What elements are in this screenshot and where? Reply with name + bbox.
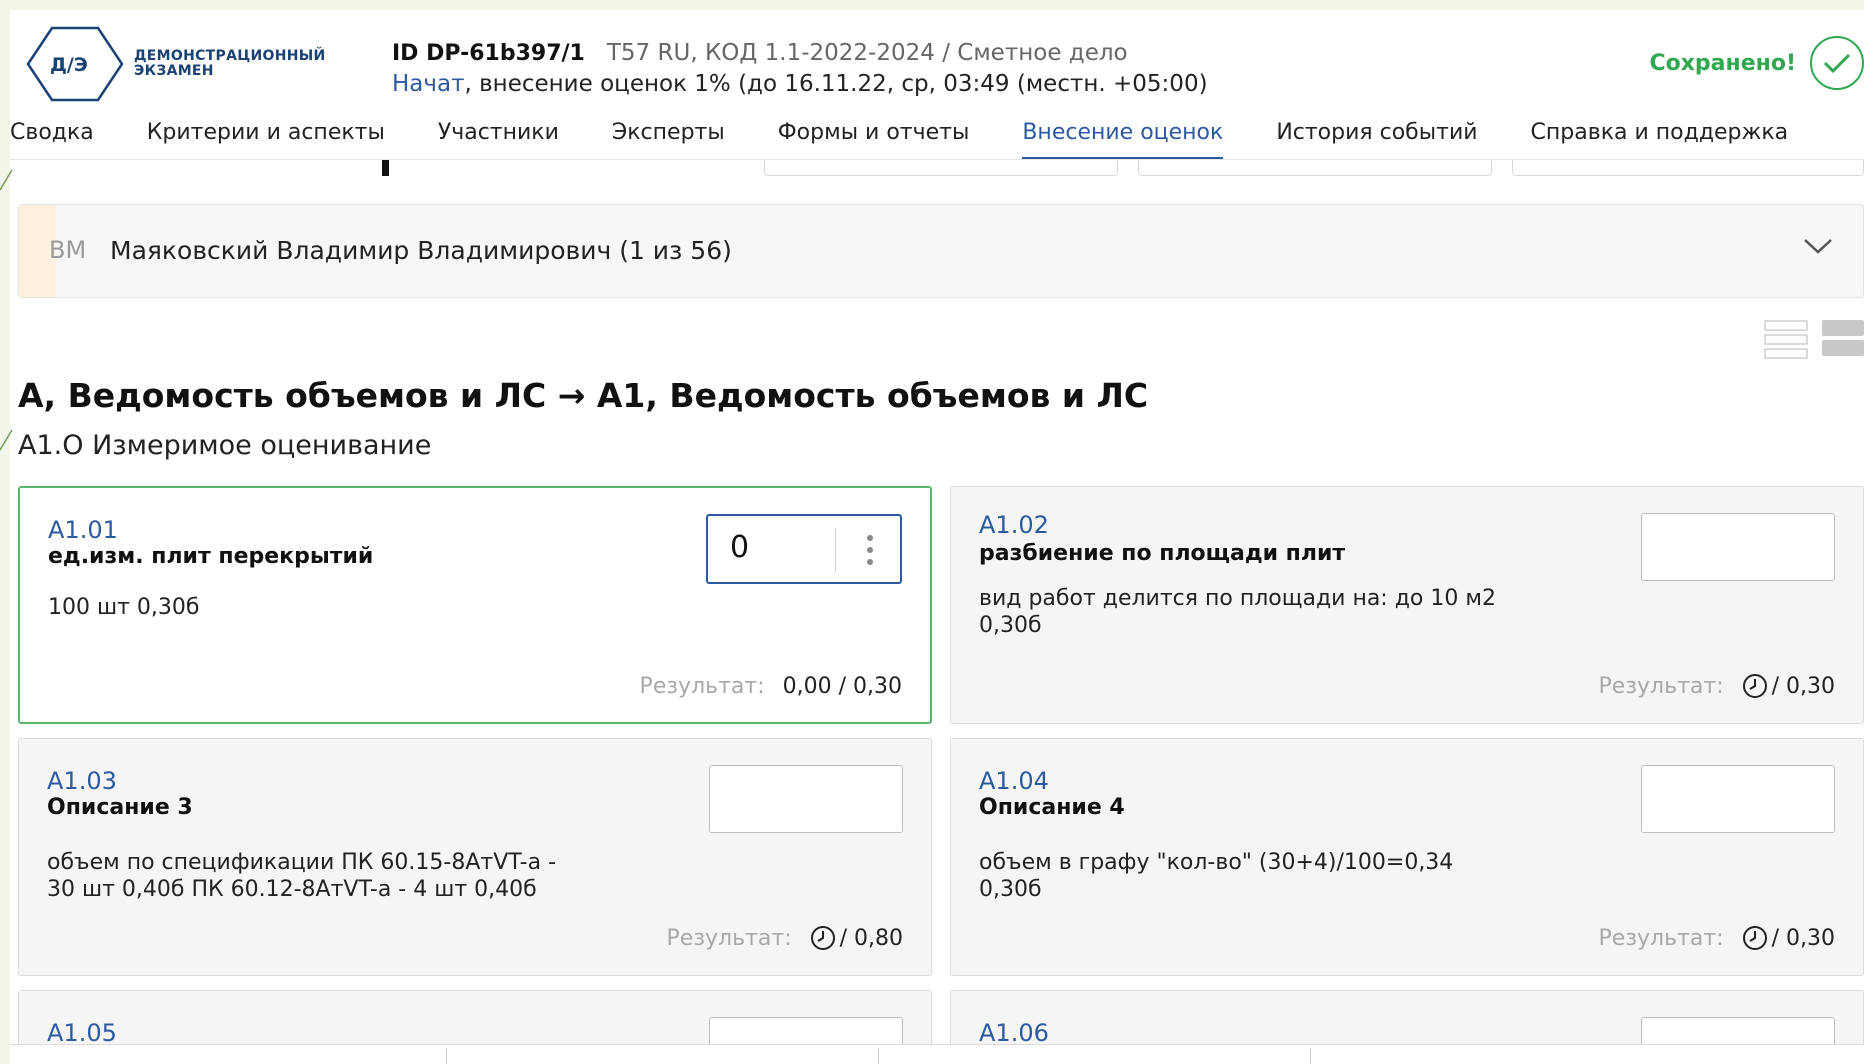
participant-name: Маяковский Владимир Владимирович (1 из 5…	[110, 236, 732, 265]
bottom-bar-divider	[878, 1049, 879, 1064]
criterion-code: А1.02	[979, 511, 1049, 539]
score-input[interactable]	[1641, 513, 1835, 581]
tab-help-support[interactable]: Справка и поддержка	[1531, 110, 1789, 159]
criterion-card: А1.01 ед.изм. плит перекрытий 100 шт 0,3…	[18, 486, 932, 724]
exam-status-link[interactable]: Начат	[392, 71, 464, 97]
criterion-code: А1.04	[979, 767, 1049, 795]
tab-participants[interactable]: Участники	[438, 110, 559, 159]
criterion-title: Описание 4	[979, 795, 1125, 820]
score-input[interactable]	[1641, 765, 1835, 833]
criterion-result: Результат: 0,00 / 0,30	[640, 674, 902, 699]
result-value: / 0,80	[839, 925, 903, 951]
avatar-initials: ВМ	[49, 236, 87, 264]
result-value: 0,00 / 0,30	[782, 674, 902, 699]
criterion-code: А1.03	[47, 767, 117, 795]
criterion-description: объем в графу "кол-во" (30+4)/100=0,34 0…	[979, 850, 1454, 902]
logo-hexagon-icon: Д/Э	[26, 26, 124, 102]
bottom-bar-divider	[446, 1049, 447, 1064]
bottom-bar-divider	[1310, 1049, 1311, 1064]
criterion-result: Результат: / 0,30	[1599, 925, 1835, 951]
logo-text-line2: ЭКЗАМЕН	[134, 63, 214, 79]
exam-info: ID DP-61b397/1 T57 RU, КОД 1.1-2022-2024 …	[392, 38, 1208, 99]
filter-select-peek[interactable]	[1138, 160, 1492, 176]
tab-criteria[interactable]: Критерии и аспекты	[147, 110, 385, 159]
criterion-description: вид работ делится по площади на: до 10 м…	[979, 586, 1496, 638]
tab-experts[interactable]: Эксперты	[612, 110, 725, 159]
result-value: / 0,30	[1771, 673, 1835, 699]
result-label: Результат:	[666, 925, 792, 951]
participant-selector[interactable]: ВМ Маяковский Владимир Владимирович (1 и…	[18, 204, 1864, 298]
scrolled-text-fragment	[382, 160, 389, 176]
clock-icon	[810, 926, 835, 950]
main-nav: Сводка Критерии и аспекты Участники Эксп…	[10, 110, 1864, 160]
score-input[interactable]: 0	[706, 514, 902, 584]
subsection-title: А1.О Измеримое оценивание	[18, 430, 432, 461]
tab-event-history[interactable]: История событий	[1276, 110, 1477, 159]
criterion-result: Результат: / 0,30	[1599, 673, 1835, 699]
check-circle-icon	[1810, 36, 1864, 90]
saved-label: Сохранено!	[1649, 50, 1796, 76]
criterion-description: 100 шт 0,30б	[48, 595, 200, 620]
criterion-result: Результат: / 0,80	[667, 925, 903, 951]
clock-icon	[1742, 674, 1767, 698]
presentation-slide: Д/Э ДЕМОНСТРАЦИОННЫЙ ЭКЗАМЕН ID DP-61b39…	[0, 10, 1864, 1064]
grid-view-icon[interactable]	[1822, 318, 1864, 360]
filter-select-peek[interactable]	[764, 160, 1118, 176]
tab-summary[interactable]: Сводка	[10, 110, 94, 159]
exam-id: ID DP-61b397/1	[392, 41, 585, 66]
app-window: Д/Э ДЕМОНСТРАЦИОННЫЙ ЭКЗАМЕН ID DP-61b39…	[10, 10, 1864, 1064]
criterion-title: ед.изм. плит перекрытий	[48, 544, 374, 569]
criterion-card: А1.02 разбиение по площади плит вид рабо…	[950, 486, 1864, 724]
section-title: А, Ведомость объемов и ЛС → А1, Ведомост…	[18, 376, 1149, 415]
list-view-icon[interactable]	[1764, 318, 1808, 362]
bottom-bar	[10, 1044, 1864, 1064]
logo-mark: Д/Э	[50, 54, 88, 76]
result-label: Результат:	[1598, 673, 1724, 699]
chevron-down-icon[interactable]	[1803, 237, 1833, 255]
criterion-code: А1.05	[47, 1019, 117, 1047]
result-label: Результат:	[639, 674, 765, 699]
score-input[interactable]	[709, 765, 903, 833]
more-vertical-icon[interactable]	[866, 534, 874, 566]
input-divider	[835, 528, 836, 572]
logo-text-line1: ДЕМОНСТРАЦИОННЫЙ	[134, 48, 326, 64]
criterion-code: А1.01	[48, 516, 118, 544]
tab-forms-reports[interactable]: Формы и отчеты	[778, 110, 970, 159]
logo-text: ДЕМОНСТРАЦИОННЫЙ ЭКЗАМЕН	[134, 49, 326, 79]
criterion-title: Описание 3	[47, 795, 193, 820]
tab-score-entry[interactable]: Внесение оценок	[1022, 110, 1223, 159]
filter-select-peek[interactable]	[1512, 160, 1864, 176]
saved-indicator: Сохранено!	[1649, 36, 1864, 90]
criterion-description: объем по спецификации ПК 60.15-8АтVT-а -…	[47, 850, 557, 902]
exam-status-detail: , внесение оценок 1% (до 16.11.22, ср, 0…	[464, 71, 1208, 97]
slide-decoration	[0, 169, 13, 451]
criterion-card: А1.04 Описание 4 объем в графу "кол-во" …	[950, 738, 1864, 976]
logo[interactable]: Д/Э ДЕМОНСТРАЦИОННЫЙ ЭКЗАМЕН	[26, 26, 326, 102]
score-input-value: 0	[730, 530, 750, 565]
exam-meta: T57 RU, КОД 1.1-2022-2024 / Сметное дело	[606, 40, 1128, 66]
criterion-title: разбиение по площади плит	[979, 541, 1346, 566]
result-label: Результат:	[1598, 925, 1724, 951]
result-value: / 0,30	[1771, 925, 1835, 951]
criterion-card: А1.03 Описание 3 объем по спецификации П…	[18, 738, 932, 976]
clock-icon	[1742, 926, 1767, 950]
criterion-code: А1.06	[979, 1019, 1049, 1047]
